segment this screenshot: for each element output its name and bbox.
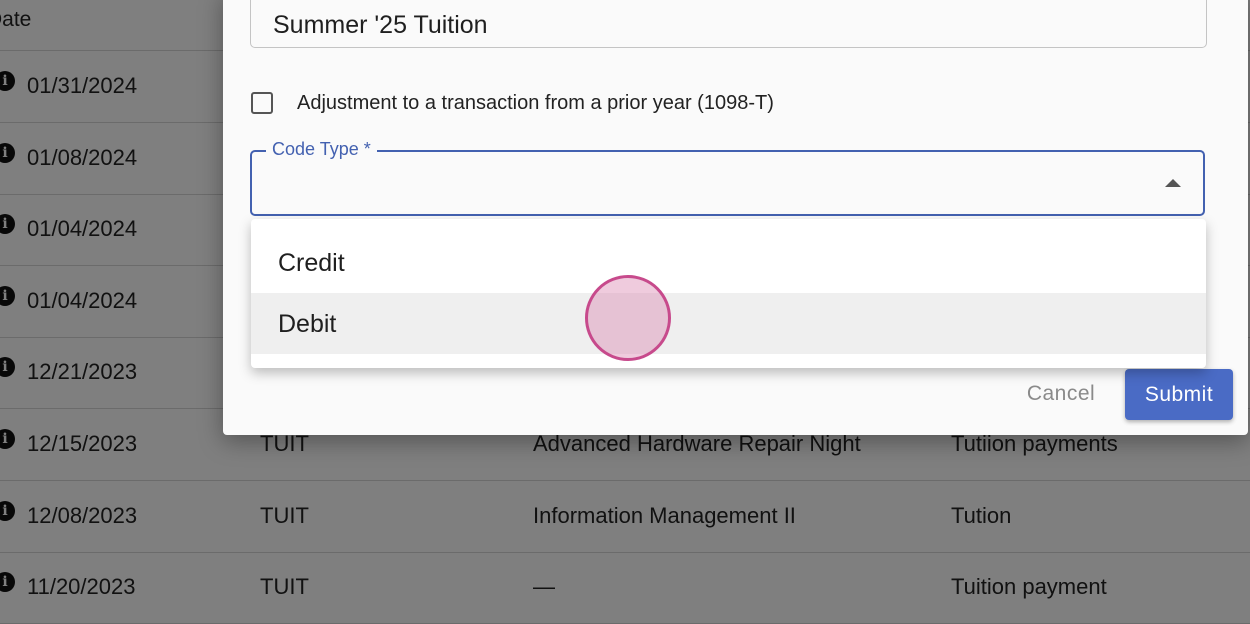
code-type-menu: Credit Debit — [251, 219, 1206, 368]
menu-item-label: Credit — [278, 249, 345, 277]
description-input[interactable] — [273, 11, 1173, 40]
menu-item-credit[interactable]: Credit — [251, 232, 1206, 293]
prior-year-adjustment-checkbox[interactable] — [251, 92, 273, 114]
code-type-label: Code Type * — [266, 139, 377, 160]
code-type-select[interactable]: Code Type * — [250, 139, 1205, 216]
menu-item-label: Debit — [278, 310, 337, 338]
transaction-dialog: Adjustment to a transaction from a prior… — [223, 0, 1248, 435]
prior-year-adjustment-label[interactable]: Adjustment to a transaction from a prior… — [297, 92, 774, 115]
cancel-button[interactable]: Cancel — [1013, 374, 1109, 414]
caret-up-icon[interactable] — [1165, 179, 1181, 187]
menu-item-debit[interactable]: Debit — [251, 293, 1206, 354]
description-field[interactable] — [250, 0, 1207, 48]
submit-button[interactable]: Submit — [1125, 369, 1233, 420]
